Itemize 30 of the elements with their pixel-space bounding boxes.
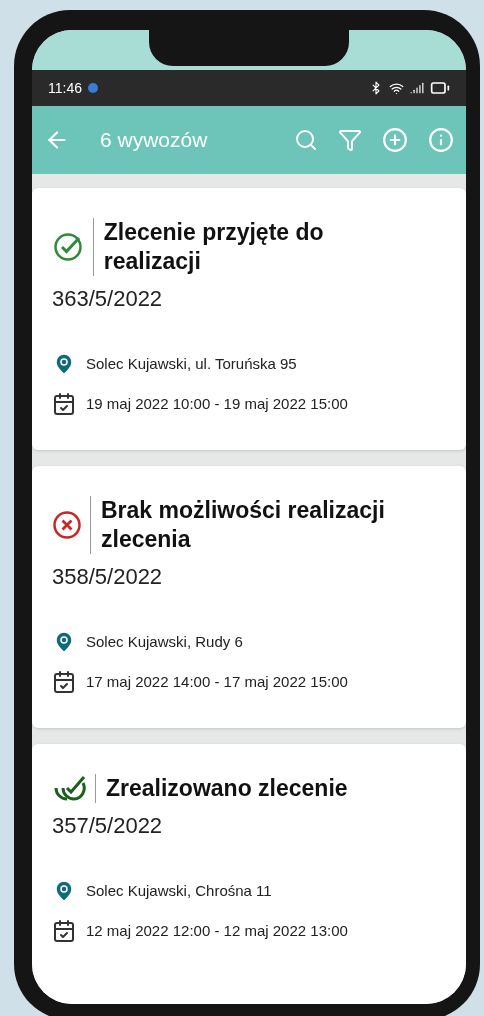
order-address: Solec Kujawski, ul. Toruńska 95: [86, 355, 297, 372]
calendar-check-icon: [52, 918, 76, 943]
signal-icon: [410, 81, 424, 95]
order-card[interactable]: Brak możliwości realizacji zlecenia 358/5/2022 Solec Kujawski, Rudy 6 17 maj 2022 14:00 - 17 maj 2022 15:00: [32, 466, 466, 728]
order-period: 17 maj 2022 14:00 - 17 maj 2022 15:00: [86, 673, 348, 690]
search-icon: [294, 128, 318, 152]
order-card[interactable]: Zrealizowano zlecenie 357/5/2022 Solec Kujawski, Chrośna 11 12 maj 2022 12:00 - 12 maj 2022 13:00: [32, 744, 466, 1004]
order-number: 358/5/2022: [52, 563, 164, 590]
calendar-check-icon: [52, 669, 76, 694]
order-card[interactable]: Zlecenie przyjęte do realizacji 363/5/2022 Solec Kujawski, ul. Toruńska 95 19 maj 2022 10:00 - 19 maj 2022 15:00: [32, 188, 466, 450]
calendar-check-icon: [52, 391, 76, 416]
order-status: Brak możliwości realizacji zlecenia: [101, 496, 386, 554]
wifi-icon: [389, 80, 404, 96]
order-status: Zrealizowano zlecenie: [106, 774, 348, 803]
plus-circle-icon: [382, 127, 408, 153]
info-icon: [428, 127, 454, 153]
filter-icon: [338, 128, 362, 152]
order-number: 363/5/2022: [52, 285, 164, 312]
order-period: 19 maj 2022 10:00 - 19 maj 2022 15:00: [86, 395, 348, 412]
order-address: Solec Kujawski, Rudy 6: [86, 633, 243, 650]
order-period: 12 maj 2022 12:00 - 12 maj 2022 13:00: [86, 922, 348, 940]
clock: 11:46: [48, 80, 82, 96]
double-check-icon: [52, 774, 87, 803]
x-circle-icon: [52, 509, 82, 540]
check-circle-icon: [53, 231, 84, 262]
notification-icon: [88, 83, 98, 93]
order-number: 357/5/2022: [52, 812, 164, 839]
order-address: Solec Kujawski, Chrośna 11: [86, 882, 272, 900]
order-status: Zlecenie przyjęte do realizacji: [103, 218, 325, 276]
screen-title: 6 wywozów: [100, 128, 209, 152]
